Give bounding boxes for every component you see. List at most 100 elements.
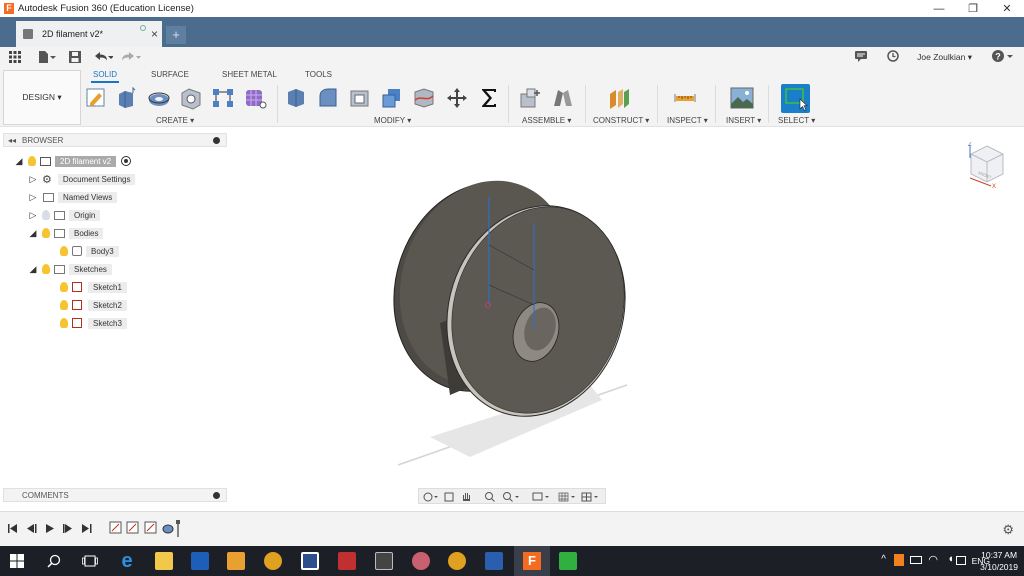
view-cube[interactable]: Z X FRONT — [967, 142, 1007, 188]
select-menu[interactable]: SELECT ▾ — [778, 116, 815, 125]
visibility-bulb-icon[interactable] — [60, 246, 68, 256]
visibility-bulb-icon[interactable] — [28, 156, 36, 166]
pattern-icon[interactable] — [211, 86, 235, 110]
workspace-switcher[interactable]: DESIGN ▾ — [3, 70, 81, 125]
assemble-menu[interactable]: ASSEMBLE ▾ — [522, 116, 571, 125]
timeline-end-icon[interactable] — [82, 524, 92, 533]
timeline-sketch1-feature-icon[interactable] — [109, 521, 122, 534]
activate-component-icon[interactable] — [121, 156, 132, 166]
calculator-icon[interactable] — [375, 552, 393, 570]
tree-item-sketch2[interactable]: Sketch2 — [56, 298, 127, 312]
timeline-marker-icon[interactable] — [176, 520, 180, 537]
browser-options-icon[interactable] — [213, 136, 220, 144]
document-tab[interactable]: 2D filament v2* × — [16, 21, 162, 47]
close-window-icon[interactable]: ✕ — [990, 0, 1024, 17]
expand-triangle-icon[interactable]: ▷ — [28, 174, 38, 185]
tasks-app-icon[interactable] — [191, 552, 209, 570]
tab-surface[interactable]: SURFACE — [151, 70, 189, 79]
tree-item-document-settings[interactable]: ▷ ⚙ Document Settings — [28, 172, 136, 186]
volume-icon[interactable]: ◖ — [947, 553, 954, 565]
battery-icon[interactable] — [910, 556, 922, 564]
tree-item-bodies[interactable]: ◢ Bodies — [28, 226, 104, 240]
tree-item-named-views[interactable]: ▷ Named Views — [28, 190, 118, 204]
add-comment-icon[interactable] — [213, 491, 220, 499]
windows-start-icon[interactable] — [10, 554, 24, 568]
restore-icon[interactable]: ❐ — [956, 0, 990, 17]
help-icon[interactable]: ? — [992, 50, 1014, 64]
save-icon[interactable] — [64, 48, 86, 66]
tab-sheet-metal[interactable]: SHEET METAL — [222, 70, 277, 79]
tray-expand-icon[interactable]: ^ — [881, 554, 886, 565]
tree-item-origin[interactable]: ▷ Origin — [28, 208, 101, 222]
tab-tools[interactable]: TOOLS — [305, 70, 332, 79]
visibility-bulb-icon[interactable] — [60, 300, 68, 310]
expand-triangle-icon[interactable]: ◢ — [28, 228, 38, 239]
move-icon[interactable] — [445, 86, 469, 110]
create-form-icon[interactable] — [243, 86, 267, 110]
orbit-icon[interactable] — [423, 492, 438, 502]
split-body-icon[interactable] — [412, 86, 436, 110]
tree-item-sketch1[interactable]: Sketch1 — [56, 280, 127, 294]
shell-icon[interactable] — [348, 86, 372, 110]
timeline-step-forward-icon[interactable] — [63, 524, 72, 533]
system-clock[interactable]: 10:37 AM 3/10/2019 — [980, 549, 1018, 573]
tree-item-sketch3[interactable]: Sketch3 — [56, 316, 127, 330]
measure-icon[interactable] — [673, 86, 697, 110]
visibility-bulb-icon[interactable] — [60, 282, 68, 292]
pan-hand-icon[interactable] — [463, 493, 470, 501]
insert-image-icon[interactable] — [730, 86, 754, 110]
notifications-icon[interactable] — [855, 50, 868, 64]
search-icon[interactable] — [47, 554, 61, 568]
minimize-icon[interactable]: — — [922, 0, 956, 17]
tree-item-body3[interactable]: Body3 — [56, 244, 119, 258]
insert-menu[interactable]: INSERT ▾ — [726, 116, 761, 125]
chrome-icon[interactable] — [264, 552, 282, 570]
expand-triangle-icon[interactable]: ◢ — [28, 264, 38, 275]
offset-plane-icon[interactable] — [607, 86, 631, 110]
collapse-panel-icon[interactable]: ◂◂ — [8, 136, 16, 145]
paint-app-icon[interactable] — [412, 552, 430, 570]
visibility-bulb-icon[interactable] — [42, 210, 50, 220]
tab-solid[interactable]: SOLID — [90, 70, 120, 83]
expand-triangle-icon[interactable]: ▷ — [28, 192, 38, 203]
joint-icon[interactable] — [551, 86, 575, 110]
combine-icon[interactable] — [380, 86, 404, 110]
expand-triangle-icon[interactable]: ▷ — [28, 210, 38, 221]
spool-model[interactable] — [390, 175, 640, 470]
revolve-icon[interactable] — [147, 86, 171, 110]
timeline-settings-gear-icon[interactable]: ⚙ — [1002, 522, 1014, 538]
construct-menu[interactable]: CONSTRUCT ▾ — [593, 116, 649, 125]
media-app-icon[interactable] — [227, 552, 245, 570]
timeline-play-icon[interactable] — [46, 524, 54, 533]
fillet-icon[interactable] — [316, 86, 340, 110]
new-tab-button[interactable]: + — [166, 26, 186, 44]
create-sketch-icon[interactable] — [84, 86, 108, 110]
wifi-icon[interactable]: ◠ — [928, 553, 938, 566]
grid-settings-icon[interactable] — [558, 492, 575, 502]
user-account-menu[interactable]: Joe Zoulkian ▾ — [917, 52, 972, 63]
notification-icon[interactable] — [956, 556, 966, 565]
undo-icon[interactable] — [90, 48, 116, 66]
comments-panel[interactable]: COMMENTS — [3, 488, 227, 502]
fusion-taskbar-active[interactable]: F — [514, 546, 550, 576]
display-settings-icon[interactable] — [532, 492, 549, 501]
pdf-app-icon[interactable] — [338, 552, 356, 570]
timeline-sketch3-feature-icon[interactable] — [144, 521, 157, 534]
timeline-start-icon[interactable] — [8, 524, 17, 533]
viewports-icon[interactable] — [581, 492, 598, 502]
inspect-menu[interactable]: INSPECT ▾ — [667, 116, 708, 125]
browser-panel-header[interactable]: ◂◂ BROWSER — [3, 133, 227, 147]
hole-icon[interactable] — [179, 86, 203, 110]
expand-triangle-icon[interactable]: ◢ — [14, 156, 24, 167]
select-tool-icon[interactable] — [781, 84, 810, 113]
timeline-step-back-icon[interactable] — [27, 524, 37, 533]
new-component-icon[interactable] — [518, 86, 542, 110]
look-at-icon[interactable] — [444, 492, 454, 502]
job-status-clock-icon[interactable] — [887, 50, 899, 64]
zoom-icon[interactable] — [485, 492, 495, 502]
timeline-revolve-feature-icon[interactable] — [162, 524, 174, 534]
chrome-profile-icon[interactable] — [448, 552, 466, 570]
task-view-icon[interactable] — [82, 554, 98, 568]
redo-icon[interactable] — [118, 48, 144, 66]
tray-app-icon[interactable] — [894, 554, 904, 566]
